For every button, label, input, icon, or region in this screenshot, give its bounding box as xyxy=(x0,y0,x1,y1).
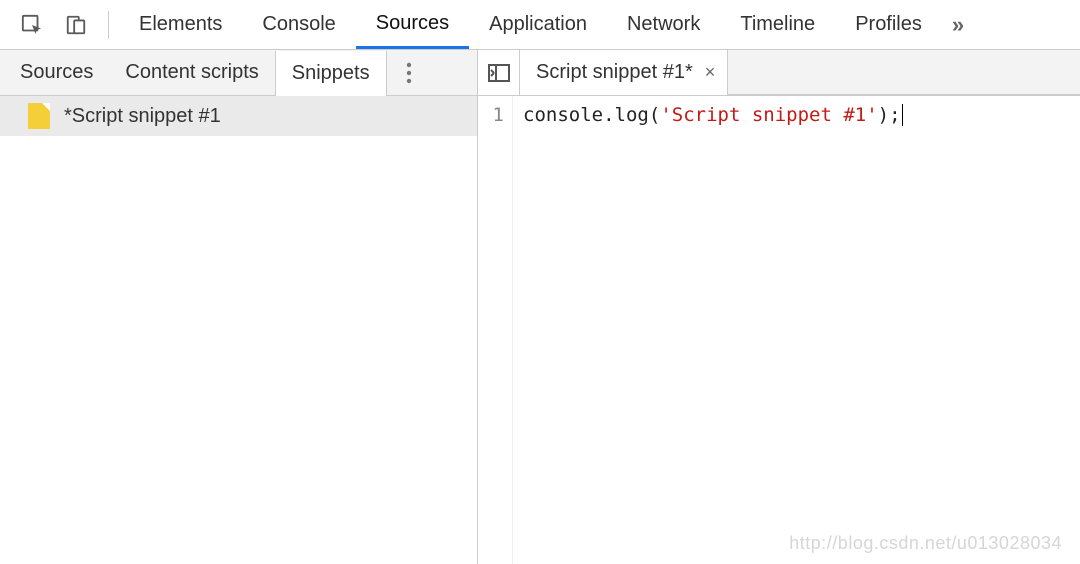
snippet-file-label: *Script snippet #1 xyxy=(64,105,221,128)
code-editor[interactable]: 1 console.log('Script snippet #1'); http… xyxy=(478,96,1080,564)
snippets-sidebar: *Script snippet #1 xyxy=(0,96,478,564)
tabs-overflow-icon[interactable]: » xyxy=(952,12,964,38)
code-token: ( xyxy=(649,104,660,126)
tab-elements[interactable]: Elements xyxy=(119,0,242,49)
tab-label: Timeline xyxy=(740,13,815,36)
tab-timeline[interactable]: Timeline xyxy=(720,0,835,49)
sources-subtabs: Sources Content scripts Snippets xyxy=(0,50,478,95)
snippet-file-row[interactable]: *Script snippet #1 xyxy=(0,96,477,136)
tab-label: Network xyxy=(627,13,700,36)
close-icon[interactable]: × xyxy=(705,62,716,83)
tab-label: Application xyxy=(489,13,587,36)
tab-label: Profiles xyxy=(855,13,922,36)
divider xyxy=(108,11,109,39)
overflow-glyph: » xyxy=(952,12,964,37)
tab-label: Elements xyxy=(139,13,222,36)
subtab-content-scripts[interactable]: Content scripts xyxy=(109,50,274,95)
devtools-top-tabs: Elements Console Sources Application Net… xyxy=(0,0,1080,50)
code-area[interactable]: console.log('Script snippet #1'); xyxy=(513,96,1080,564)
sources-toolbar-row: Sources Content scripts Snippets Script … xyxy=(0,50,1080,96)
subtab-sources[interactable]: Sources xyxy=(4,50,109,95)
code-token: ; xyxy=(889,104,900,126)
subtab-label: Content scripts xyxy=(125,61,258,84)
code-token: log xyxy=(615,104,649,126)
more-options-icon[interactable] xyxy=(387,50,431,95)
code-token: console xyxy=(523,104,603,126)
code-token: 'Script snippet #1' xyxy=(660,104,877,126)
device-toggle-icon[interactable] xyxy=(60,9,92,41)
code-token: ) xyxy=(878,104,889,126)
code-token: . xyxy=(603,104,614,126)
tab-network[interactable]: Network xyxy=(607,0,720,49)
file-tab-script-snippet-1[interactable]: Script snippet #1* × xyxy=(520,50,728,95)
line-number: 1 xyxy=(478,104,504,126)
file-tab-label: Script snippet #1* xyxy=(536,61,693,84)
tab-label: Sources xyxy=(376,12,449,35)
snippet-file-icon xyxy=(28,103,50,129)
file-tabs-filler xyxy=(728,50,1080,95)
watermark-text: http://blog.csdn.net/u013028034 xyxy=(789,533,1062,554)
toggle-navigator-icon[interactable] xyxy=(478,50,520,95)
tab-sources[interactable]: Sources xyxy=(356,0,469,49)
subtab-label: Snippets xyxy=(292,62,370,85)
sources-main-split: *Script snippet #1 1 console.log('Script… xyxy=(0,96,1080,564)
text-cursor xyxy=(902,104,903,126)
subtab-snippets[interactable]: Snippets xyxy=(275,51,387,96)
tab-application[interactable]: Application xyxy=(469,0,607,49)
tab-console[interactable]: Console xyxy=(242,0,355,49)
tab-profiles[interactable]: Profiles xyxy=(835,0,942,49)
inspect-element-icon[interactable] xyxy=(16,9,48,41)
subtab-label: Sources xyxy=(20,61,93,84)
line-gutter: 1 xyxy=(478,96,513,564)
tab-label: Console xyxy=(262,13,335,36)
editor-file-tabs: Script snippet #1* × xyxy=(478,50,1080,95)
